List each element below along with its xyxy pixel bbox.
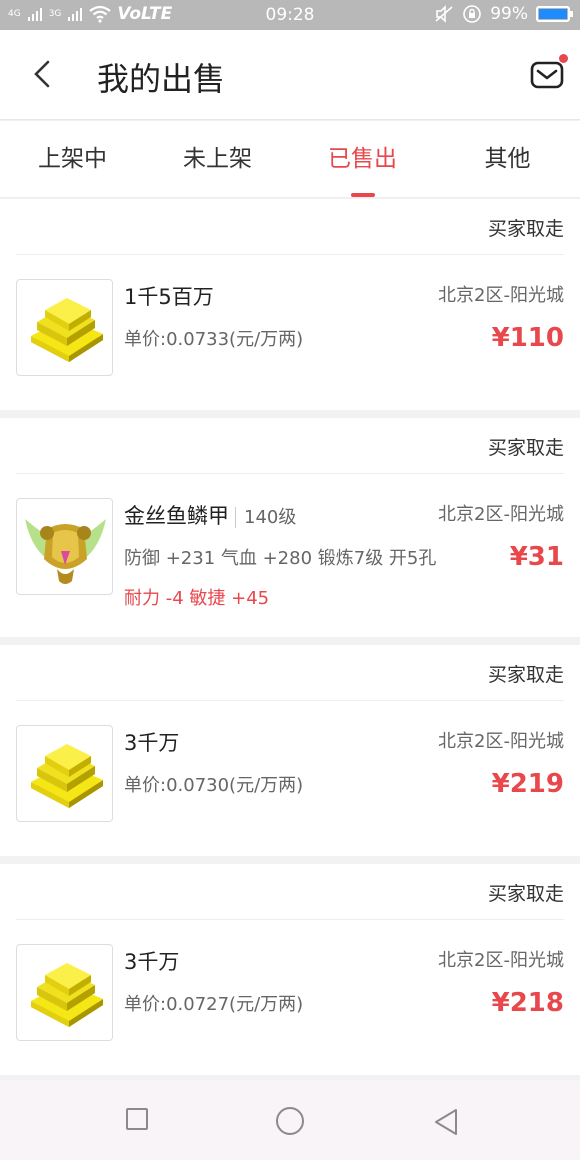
tab-sold[interactable]: 已售出 <box>290 121 435 197</box>
item-attributes: 防御 +231 气血 +280 锻炼7级 开5孔 <box>124 548 437 569</box>
status-right: 99% <box>434 4 573 24</box>
page-title: 我的出售 <box>97 60 226 98</box>
order-status: 买家取走 <box>487 664 564 686</box>
order-card-header: 买家取走 <box>16 418 564 474</box>
chevron-left-icon <box>34 60 50 88</box>
price: ¥31 <box>509 542 564 572</box>
rotation-lock-icon <box>463 5 482 23</box>
header: 我的出售 <box>0 30 580 120</box>
item-name-text: 3千万 <box>124 731 180 755</box>
order-list: 买家取走 1千5百万 单价:0.0733(元/万两) 北京2区-阳光城 ¥110… <box>0 199 580 1083</box>
tab-listed[interactable]: 上架中 <box>0 121 145 197</box>
order-card[interactable]: 买家取走 1千5百万 单价:0.0733(元/万两) 北京2区-阳光城 ¥110 <box>0 199 580 410</box>
mute-icon <box>435 5 453 23</box>
armor-icon <box>16 498 113 595</box>
home-button[interactable] <box>276 1107 304 1135</box>
unit-price: 单价:0.0733(元/万两) <box>124 329 304 350</box>
price: ¥219 <box>491 769 564 799</box>
order-card-body: 金丝鱼鳞甲 140级 防御 +231 气血 +280 锻炼7级 开5孔 耐力 -4… <box>0 474 580 637</box>
status-bar: 4G 3G VoLTE 09:28 99% <box>0 0 580 30</box>
system-nav-bar <box>0 1080 580 1160</box>
item-name: 3千万 <box>124 727 179 757</box>
order-card[interactable]: 买家取走 3千万 单价:0.0727(元/万两) 北京2区-阳光城 ¥218 <box>0 864 580 1075</box>
order-card-header: 买家取走 <box>16 864 564 920</box>
gold-bars-icon <box>16 279 113 376</box>
unread-dot <box>559 54 568 63</box>
item-name: 1千5百万 <box>124 281 214 311</box>
tab-unlisted[interactable]: 未上架 <box>145 121 290 197</box>
server-name: 北京2区-阳光城 <box>438 950 564 971</box>
order-status: 买家取走 <box>487 218 564 240</box>
battery-icon <box>536 6 573 22</box>
back-triangle-icon[interactable] <box>432 1107 460 1137</box>
item-name-text: 1千5百万 <box>124 285 214 309</box>
server-name: 北京2区-阳光城 <box>438 731 564 752</box>
order-card-body: 3千万 单价:0.0730(元/万两) 北京2区-阳光城 ¥219 <box>0 701 580 856</box>
battery-fill <box>539 9 567 19</box>
unit-price: 单价:0.0727(元/万两) <box>124 994 304 1015</box>
server-name: 北京2区-阳光城 <box>438 504 564 525</box>
order-card-body: 1千5百万 单价:0.0733(元/万两) 北京2区-阳光城 ¥110 <box>0 255 580 410</box>
item-name: 3千万 <box>124 946 179 976</box>
back-button[interactable] <box>30 56 60 96</box>
order-card-header: 买家取走 <box>16 199 564 255</box>
server-name: 北京2区-阳光城 <box>438 285 564 306</box>
tab-other[interactable]: 其他 <box>435 121 580 197</box>
mail-icon <box>530 61 564 89</box>
price: ¥110 <box>491 323 564 353</box>
item-name: 金丝鱼鳞甲 140级 <box>124 500 297 530</box>
order-card[interactable]: 买家取走 3千万 单价:0.0730(元/万两) 北京2区-阳光城 ¥219 <box>0 645 580 856</box>
unit-price: 单价:0.0730(元/万两) <box>124 775 304 796</box>
item-extra-attributes: 耐力 -4 敏捷 +45 <box>124 588 270 609</box>
order-status: 买家取走 <box>487 883 564 905</box>
order-card[interactable]: 买家取走 金丝鱼鳞甲 140级 防御 +231 气血 +280 锻炼7级 开5孔 … <box>0 418 580 637</box>
tab-bar: 上架中 未上架 已售出 其他 <box>0 121 580 198</box>
order-status: 买家取走 <box>487 437 564 459</box>
gold-bars-icon <box>16 944 113 1041</box>
order-card-header: 买家取走 <box>16 645 564 701</box>
messages-button[interactable] <box>530 58 564 92</box>
recent-apps-button[interactable] <box>126 1108 148 1130</box>
price: ¥218 <box>491 988 564 1018</box>
gold-bars-icon <box>16 725 113 822</box>
item-level: 140级 <box>235 507 297 528</box>
battery-percent: 99% <box>490 4 528 24</box>
item-name-text: 金丝鱼鳞甲 <box>124 504 229 528</box>
order-card-body: 3千万 单价:0.0727(元/万两) 北京2区-阳光城 ¥218 <box>0 920 580 1075</box>
item-name-text: 3千万 <box>124 950 180 974</box>
